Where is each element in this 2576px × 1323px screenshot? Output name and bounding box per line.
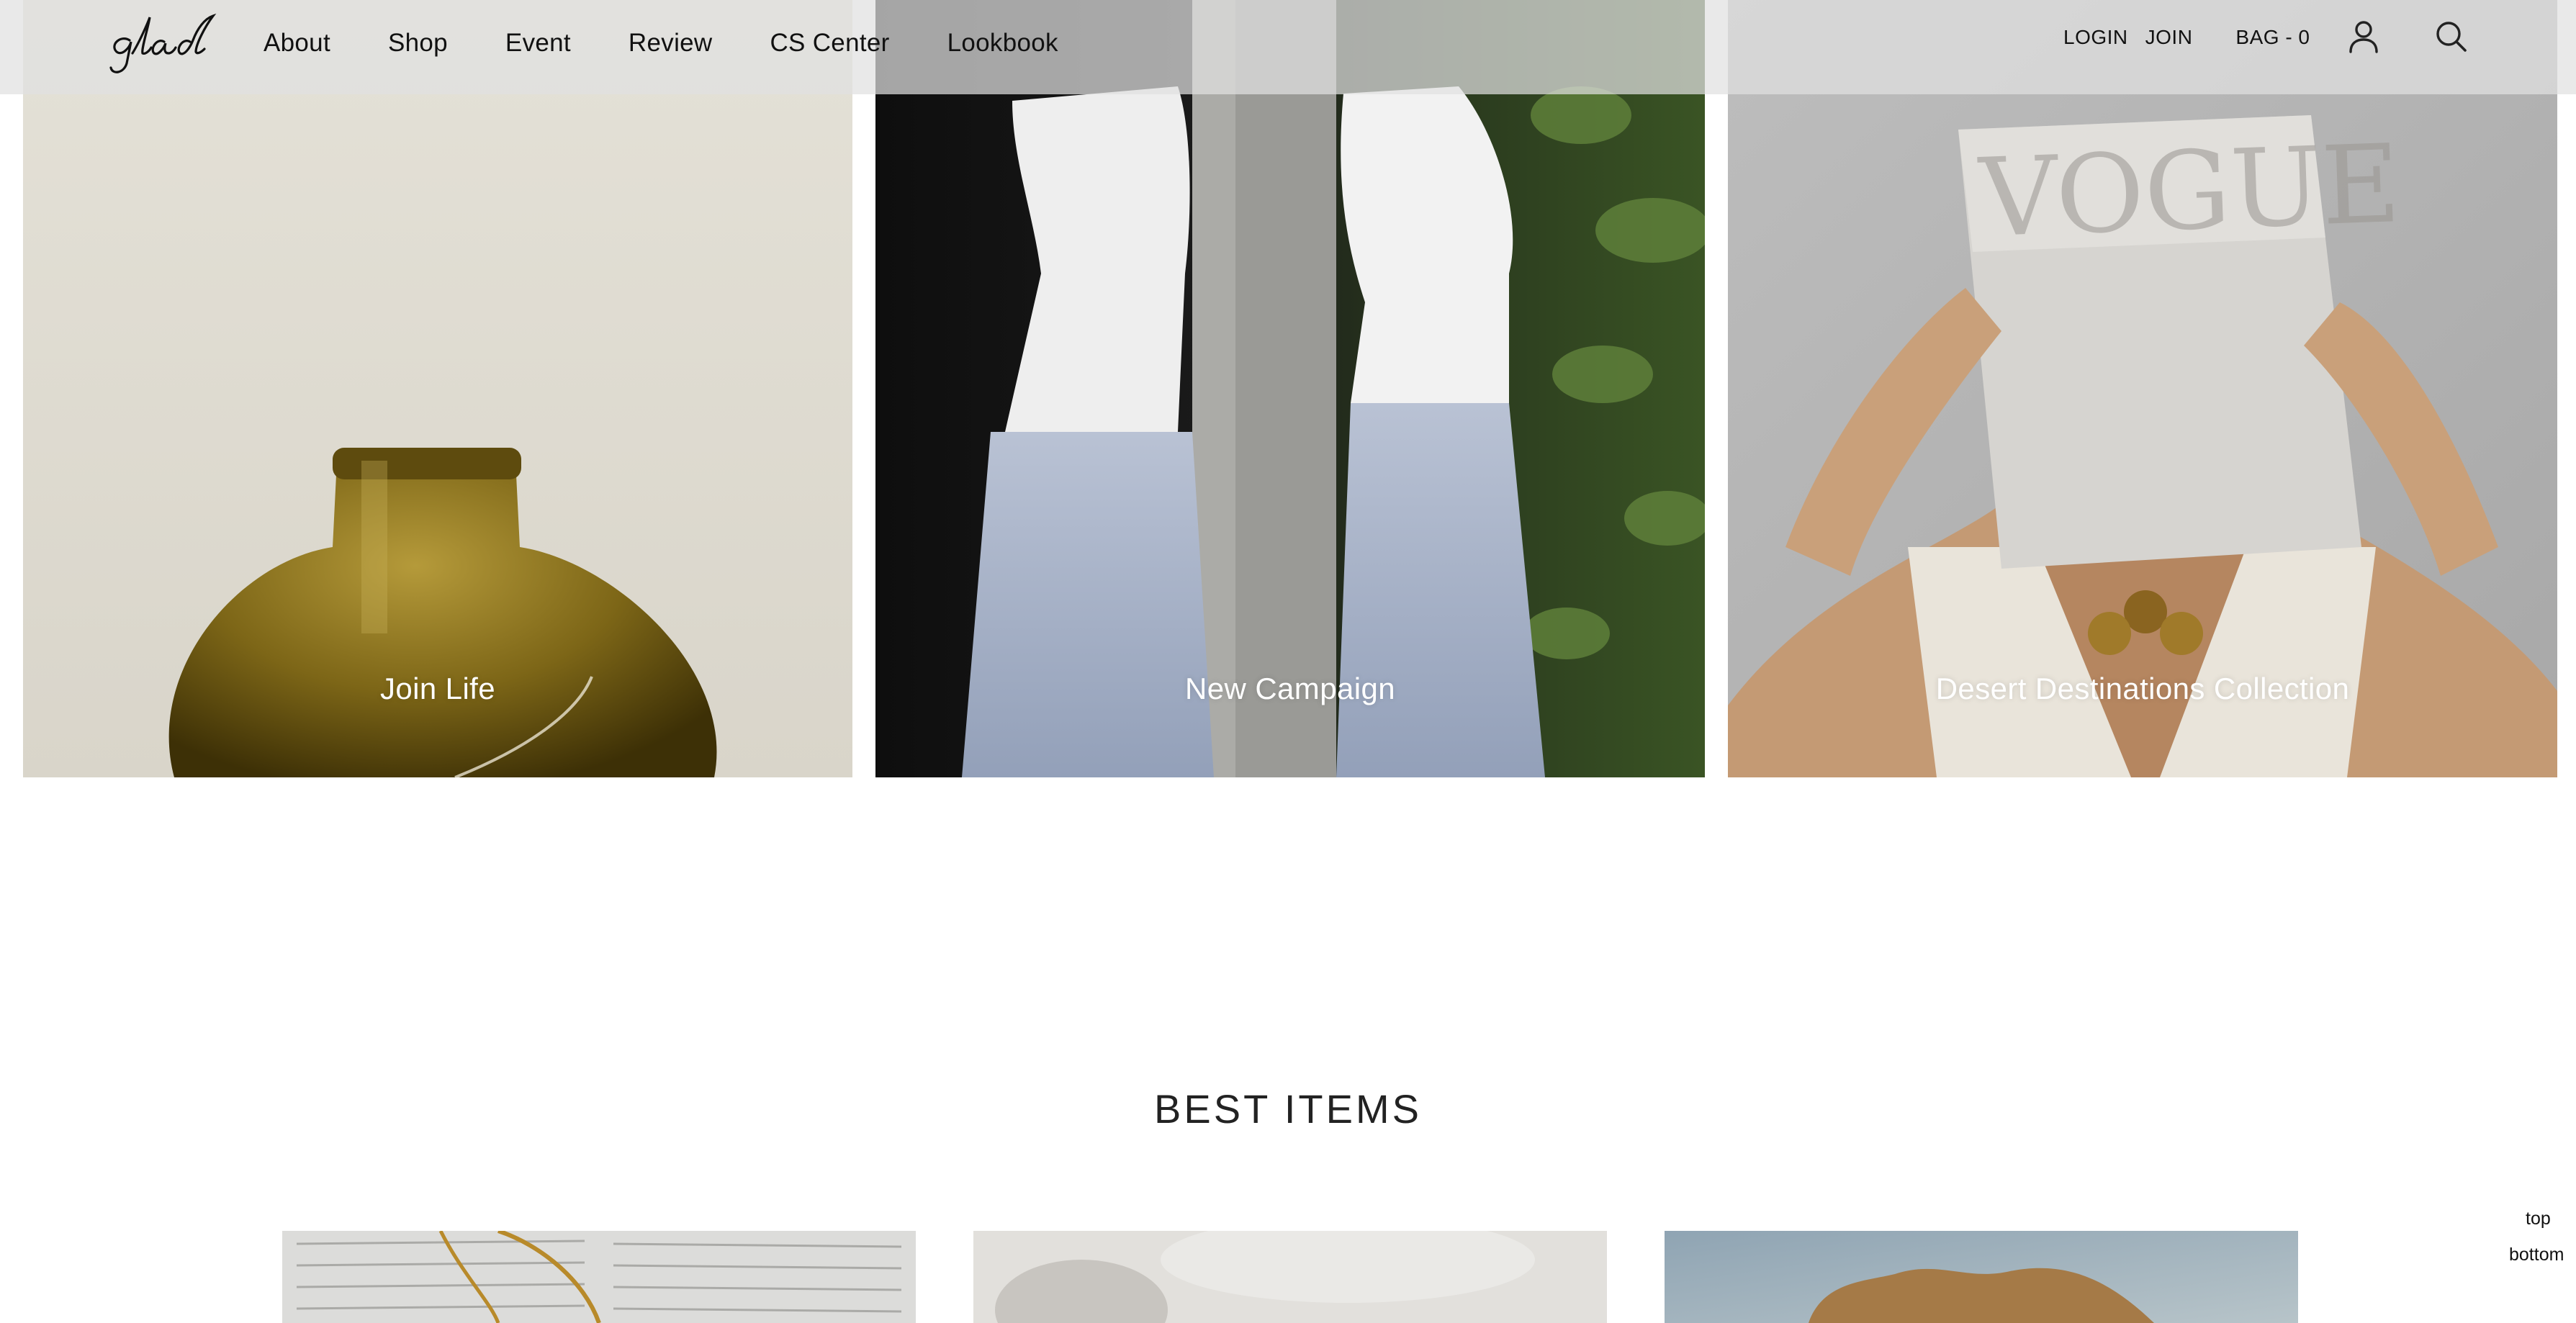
- new-campaign-image: [875, 0, 1705, 777]
- main-menu: About Shop Event Review CS Center Lookbo…: [264, 27, 1116, 59]
- banner-new-campaign[interactable]: New Campaign: [875, 0, 1705, 777]
- login-link[interactable]: LOGIN: [2063, 26, 2128, 49]
- account-links: LOGIN JOIN BAG - 0: [2063, 26, 2310, 49]
- menu-review[interactable]: Review: [629, 27, 713, 59]
- product-card[interactable]: [1665, 1231, 2298, 1323]
- menu-about[interactable]: About: [264, 27, 330, 59]
- join-life-image: [23, 0, 852, 777]
- product-image-necklace-book: [282, 1231, 916, 1323]
- brand-logo[interactable]: [105, 13, 220, 78]
- product-image-fabric: [973, 1231, 1607, 1323]
- product-card[interactable]: [282, 1231, 916, 1323]
- best-items-title: BEST ITEMS: [1154, 1086, 1422, 1132]
- banner-desert-destinations[interactable]: VOGUE Desert Destinations Collection: [1728, 0, 2557, 777]
- menu-lookbook[interactable]: Lookbook: [947, 27, 1058, 59]
- menu-cs-center[interactable]: CS Center: [770, 27, 889, 59]
- scroll-top-button[interactable]: top: [2526, 1208, 2551, 1229]
- join-link[interactable]: JOIN: [2145, 26, 2193, 49]
- banner-label: New Campaign: [1185, 672, 1395, 705]
- user-icon[interactable]: [2344, 17, 2383, 56]
- glad-logo-script: [109, 13, 217, 73]
- banner-label: Desert Destinations Collection: [1935, 672, 2350, 705]
- bag-link[interactable]: BAG - 0: [2235, 26, 2310, 49]
- banner-label: Join Life: [379, 672, 496, 705]
- banner-join-life[interactable]: Join Life: [23, 0, 852, 777]
- top-navigation: About Shop Event Review CS Center Lookbo…: [0, 0, 2576, 94]
- menu-shop[interactable]: Shop: [388, 27, 448, 59]
- product-image-hat: [1665, 1231, 2298, 1323]
- scroll-bottom-button[interactable]: bottom: [2509, 1244, 2564, 1265]
- menu-event[interactable]: Event: [505, 27, 571, 59]
- desert-destinations-image: VOGUE: [1728, 0, 2557, 777]
- search-icon[interactable]: [2432, 17, 2471, 56]
- product-card[interactable]: [973, 1231, 1607, 1323]
- svg-text:VOGUE: VOGUE: [1976, 122, 2402, 261]
